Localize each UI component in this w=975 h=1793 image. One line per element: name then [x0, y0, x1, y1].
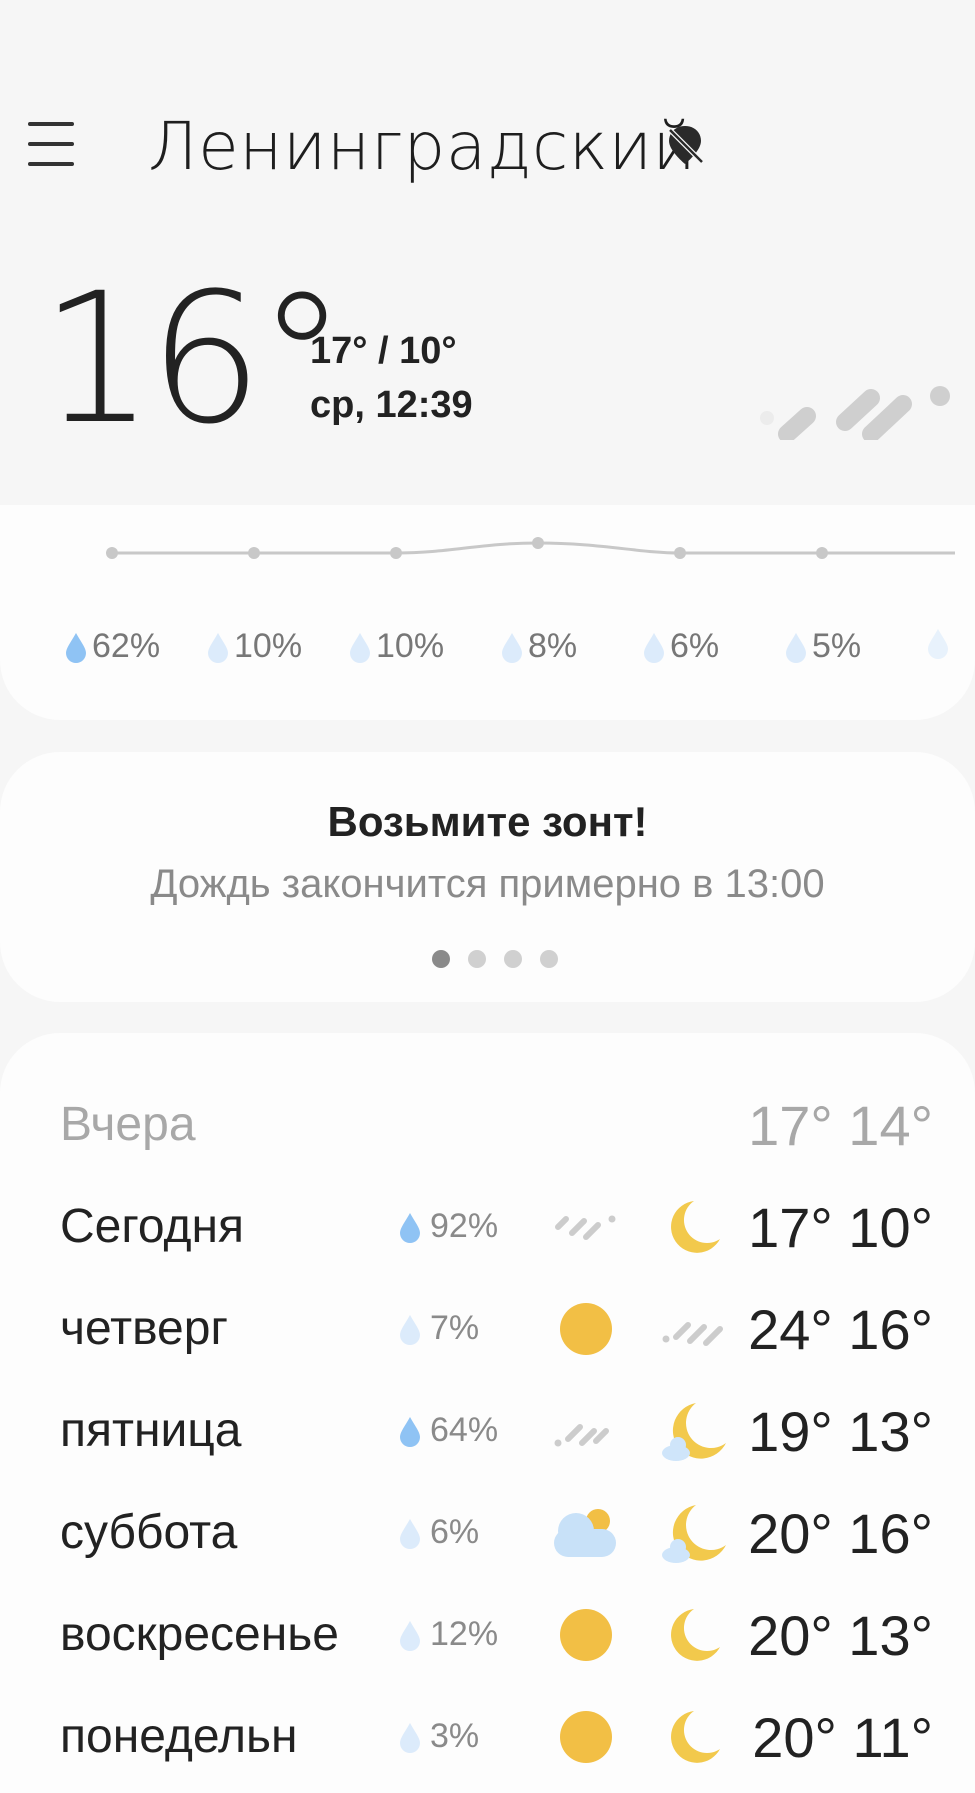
hourly-point — [248, 547, 260, 559]
pager-dot — [504, 950, 522, 968]
day-temps: 20° 13° — [748, 1604, 933, 1667]
rain-icon — [554, 1424, 609, 1447]
day-name: понедельн — [60, 1710, 298, 1763]
day-name: Вчера — [60, 1098, 196, 1151]
pager-dot — [540, 950, 558, 968]
day-row[interactable]: Сегодня 92% 17° 10° — [0, 1177, 975, 1277]
hourly-precip: 10% — [206, 627, 302, 666]
day-row[interactable]: пятница 64% 19° 13° — [0, 1381, 975, 1481]
sun-icon — [560, 1609, 612, 1661]
hourly-point — [816, 547, 828, 559]
drop-icon — [66, 632, 86, 663]
current-datetime: ср, 12:39 — [310, 384, 473, 426]
rain-icon — [662, 1322, 723, 1346]
pager-dot — [468, 950, 486, 968]
current-weather: 16° 17° / 10° ср, 12:39 — [0, 260, 975, 505]
day-row[interactable]: суббота 6% 20° 16° — [0, 1483, 975, 1583]
drop-icon — [502, 632, 522, 663]
drop-icon — [400, 1518, 420, 1549]
hourly-precip: 8% — [500, 627, 577, 666]
hourly-temperature-line — [106, 537, 955, 559]
day-temps: 24° 16° — [748, 1298, 933, 1361]
day-name: пятница — [60, 1404, 242, 1457]
day-name: воскресенье — [60, 1608, 339, 1661]
day-precip: 3% — [398, 1717, 479, 1756]
drop-icon — [400, 1620, 420, 1651]
day-temps: 17° 14° — [748, 1094, 933, 1157]
moon-cloud-icon — [662, 1505, 726, 1563]
hourly-precip: 5% — [784, 627, 861, 666]
day-name: Сегодня — [60, 1200, 244, 1253]
city-title[interactable]: Ленинградский — [148, 108, 696, 185]
day-precip: 12% — [398, 1615, 498, 1654]
hourly-forecast[interactable]: 62% 10% 10% 8% 6% 5% — [0, 505, 975, 720]
drop-icon — [400, 1416, 420, 1447]
drop-icon — [350, 632, 370, 663]
daily-forecast: Вчера 17° 14° Сегодня 92% 17° 10° четвер… — [0, 1033, 975, 1793]
drop-icon — [208, 632, 228, 663]
day-temps: 19° 13° — [748, 1400, 933, 1463]
rain-icon — [760, 386, 950, 440]
pager-dot — [432, 950, 450, 968]
sun-icon — [560, 1303, 612, 1355]
hourly-precip: 62% — [64, 627, 160, 666]
hourly-precip: 6% — [642, 627, 719, 666]
day-row[interactable]: Вчера 17° 14° — [0, 1075, 975, 1175]
umbrella-tip-card[interactable]: Возьмите зонт! Дождь закончится примерно… — [0, 752, 975, 1002]
drop-icon — [786, 632, 806, 663]
hourly-precip — [926, 627, 954, 659]
moon-cloud-icon — [662, 1403, 726, 1461]
day-row[interactable]: воскресенье 12% 20° 13° — [0, 1585, 975, 1685]
moon-icon — [671, 1201, 720, 1253]
day-temps: 20° 16° — [748, 1502, 933, 1565]
day-temps: 20° 11° — [752, 1706, 933, 1769]
day-precip: 7% — [398, 1309, 479, 1348]
day-name: четверг — [60, 1302, 228, 1355]
tip-title: Возьмите зонт! — [327, 798, 648, 845]
moon-icon — [671, 1711, 720, 1763]
hourly-point — [532, 537, 544, 549]
hourly-point — [390, 547, 402, 559]
day-row[interactable]: понедельн 3% 20° 11° — [0, 1687, 975, 1787]
pager-dots — [432, 950, 558, 968]
day-temps: 17° 10° — [748, 1196, 933, 1259]
day-name: суббота — [60, 1506, 238, 1559]
drop-icon — [400, 1212, 420, 1243]
hourly-point — [674, 547, 686, 559]
drop-icon — [400, 1314, 420, 1345]
day-precip: 92% — [398, 1207, 498, 1246]
day-precip: 6% — [398, 1513, 479, 1552]
cloud-sun-icon — [554, 1509, 616, 1557]
rain-icon — [555, 1215, 616, 1240]
day-row[interactable]: четверг 7% 24° 16° — [0, 1279, 975, 1379]
drop-icon — [644, 632, 664, 663]
moon-icon — [671, 1609, 720, 1661]
current-temperature: 16° — [40, 255, 347, 464]
sun-icon — [560, 1711, 612, 1763]
menu-icon[interactable] — [28, 122, 76, 168]
app-header: Ленинградский — [0, 0, 975, 230]
high-low-temperature: 17° / 10° — [310, 330, 457, 372]
drop-icon — [400, 1722, 420, 1753]
hourly-point — [106, 547, 118, 559]
drop-icon — [928, 629, 948, 659]
hourly-precip: 10% — [348, 627, 444, 666]
tip-subtitle: Дождь закончится примерно в 13:00 — [150, 862, 825, 906]
location-off-icon — [668, 126, 704, 164]
day-precip: 64% — [398, 1411, 498, 1450]
